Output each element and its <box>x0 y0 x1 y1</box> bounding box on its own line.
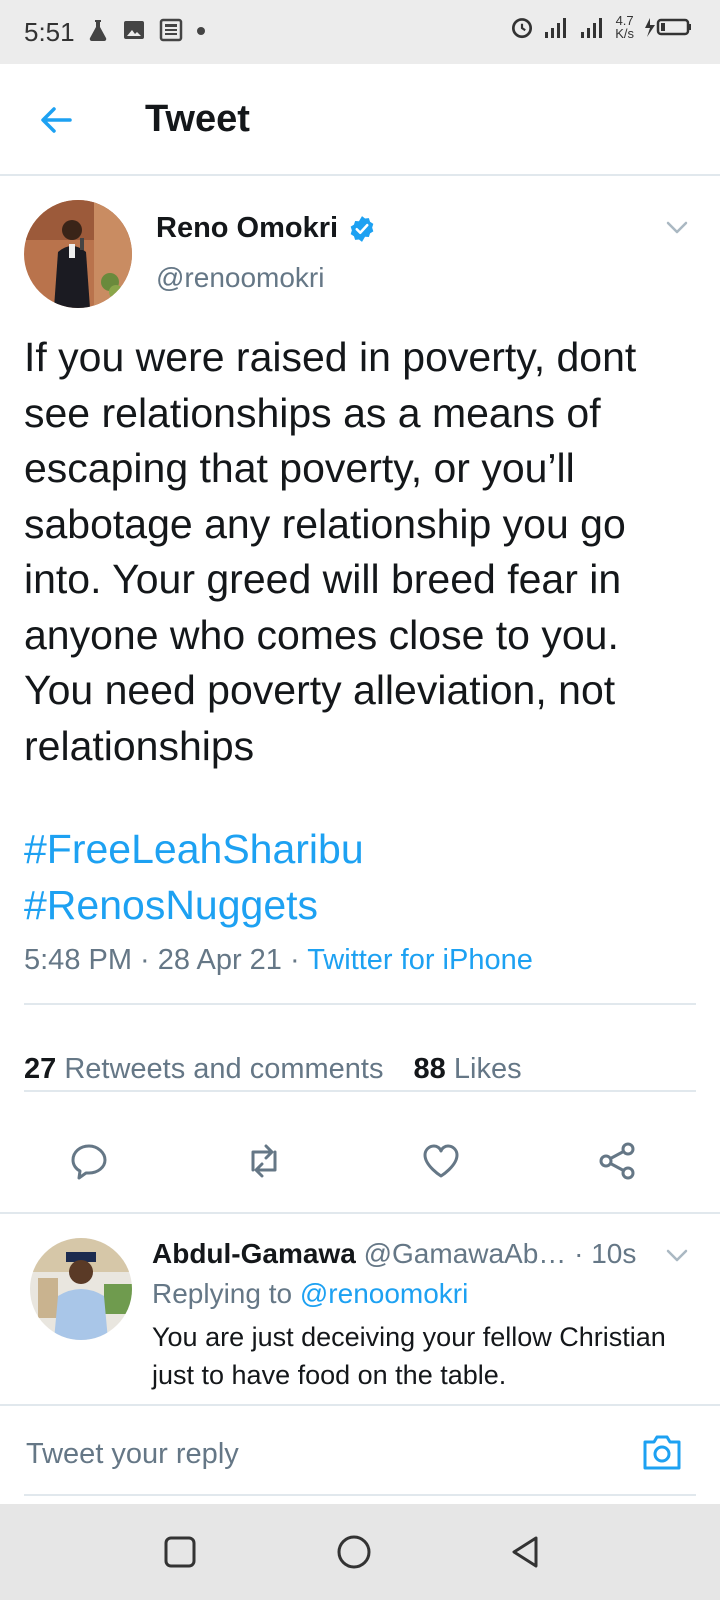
back-arrow-icon[interactable] <box>36 100 76 140</box>
image-icon <box>124 21 144 39</box>
author-name[interactable]: Reno Omokri <box>156 212 338 245</box>
retweets-count: 27 <box>24 1053 57 1085</box>
reply-composer <box>0 1404 720 1504</box>
app-bar: Tweet <box>0 64 720 176</box>
signal-icon <box>545 18 567 38</box>
status-time: 5:51 <box>24 17 75 47</box>
author-name-row: Reno Omokri <box>156 212 376 245</box>
reply-author-avatar[interactable] <box>30 1238 132 1340</box>
reply-header: Abdul-Gamawa @GamawaAb… · 10s <box>152 1238 636 1270</box>
dot-icon <box>197 27 205 35</box>
verified-badge-icon <box>350 215 374 242</box>
system-nav-bar <box>0 1504 720 1600</box>
reply-input[interactable] <box>24 1428 608 1480</box>
meta-separator: · <box>281 944 308 976</box>
likes-label: Likes <box>453 1053 522 1085</box>
hashtag-link[interactable]: #RenosNuggets <box>24 878 364 934</box>
likes-stat[interactable]: 88 Likes <box>414 1053 522 1085</box>
status-bar: 5:51 4.7 K/s <box>0 0 720 64</box>
tweet-text: If you were raised in poverty, dont see … <box>24 334 637 769</box>
tweet-time: 5:48 PM <box>24 944 132 976</box>
retweet-icon[interactable] <box>243 1140 285 1182</box>
tweet-source-link[interactable]: Twitter for iPhone <box>307 944 533 976</box>
hashtag-link[interactable]: #FreeLeahSharibu <box>24 822 364 878</box>
tweet-stats: 27 Retweets and comments 88 Likes <box>24 1053 522 1086</box>
page-title: Tweet <box>145 98 250 140</box>
reply-author-handle[interactable]: @GamawaAb… <box>364 1238 567 1269</box>
news-icon <box>159 18 183 42</box>
divider <box>24 1003 696 1005</box>
reply-item[interactable]: Abdul-Gamawa @GamawaAb… · 10s Replying t… <box>0 1212 720 1406</box>
tweet-hashtags: #FreeLeahSharibu #RenosNuggets <box>24 822 364 933</box>
divider <box>24 1090 696 1092</box>
alarm-icon <box>512 18 533 39</box>
retweets-label: Retweets and comments <box>64 1053 384 1085</box>
share-icon[interactable] <box>596 1140 638 1182</box>
network-speed: 4.7 K/s <box>615 14 634 40</box>
replying-to-label: Replying to <box>152 1278 293 1309</box>
back-triangle-icon[interactable] <box>506 1532 546 1572</box>
battery-charging-icon <box>645 18 691 37</box>
chevron-down-icon[interactable] <box>664 214 690 240</box>
like-icon[interactable] <box>420 1140 462 1182</box>
tweet-date: 28 Apr 21 <box>157 944 282 976</box>
network-speed-unit: K/s <box>615 26 634 41</box>
author-avatar[interactable] <box>24 200 132 308</box>
replying-to-handle[interactable]: @renoomokri <box>300 1278 468 1309</box>
reply-icon[interactable] <box>68 1140 110 1182</box>
tweet-action-bar <box>0 1108 720 1212</box>
camera-icon[interactable] <box>640 1432 684 1472</box>
status-notification-icons <box>86 18 206 42</box>
retweets-stat[interactable]: 27 Retweets and comments <box>24 1053 383 1085</box>
tweet-meta: 5:48 PM · 28 Apr 21 · Twitter for iPhone <box>24 944 533 977</box>
status-system-icons: 4.7 K/s <box>509 14 694 40</box>
composer-underline <box>24 1494 696 1496</box>
reply-time: · 10s <box>574 1238 637 1269</box>
author-handle[interactable]: @renoomokri <box>156 262 324 294</box>
replying-to: Replying to @renoomokri <box>152 1278 468 1310</box>
meta-separator: · <box>132 944 158 976</box>
signal-3g-icon <box>581 18 603 38</box>
reply-text: You are just deceiving your fellow Chris… <box>152 1322 666 1390</box>
flask-icon <box>89 20 107 42</box>
chevron-down-icon[interactable] <box>664 1242 690 1268</box>
likes-count: 88 <box>413 1053 446 1085</box>
home-circle-icon[interactable] <box>334 1532 374 1572</box>
reply-author-name[interactable]: Abdul-Gamawa <box>152 1238 356 1269</box>
recents-square-icon[interactable] <box>160 1532 200 1572</box>
